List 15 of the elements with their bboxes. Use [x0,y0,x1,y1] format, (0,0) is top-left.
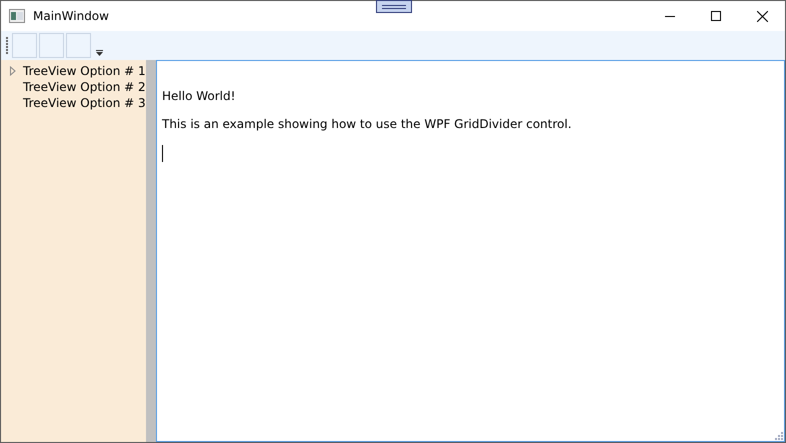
text-editor[interactable]: Hello World! This is an example showing how to use the WPF GridDivider control. [156,60,785,442]
overflow-icon[interactable] [96,50,103,56]
window-title: MainWindow [33,9,110,23]
paragraph-text: This is an example showing how to use the WPF GridDivider control. [162,117,573,131]
drag-handle[interactable] [376,0,412,13]
close-icon[interactable] [756,10,768,22]
app-icon [9,9,25,23]
maximize-icon[interactable] [711,11,721,21]
paragraph-text: Hello World! [162,89,236,103]
resize-grip-icon[interactable] [773,430,783,440]
text-caret [162,145,163,162]
tree-item[interactable]: TreeView Option # 1 [23,64,146,78]
tree-item[interactable]: TreeView Option # 2 [23,80,146,94]
tree-item[interactable]: TreeView Option # 3 [23,96,146,110]
expander-icon[interactable] [8,66,18,76]
